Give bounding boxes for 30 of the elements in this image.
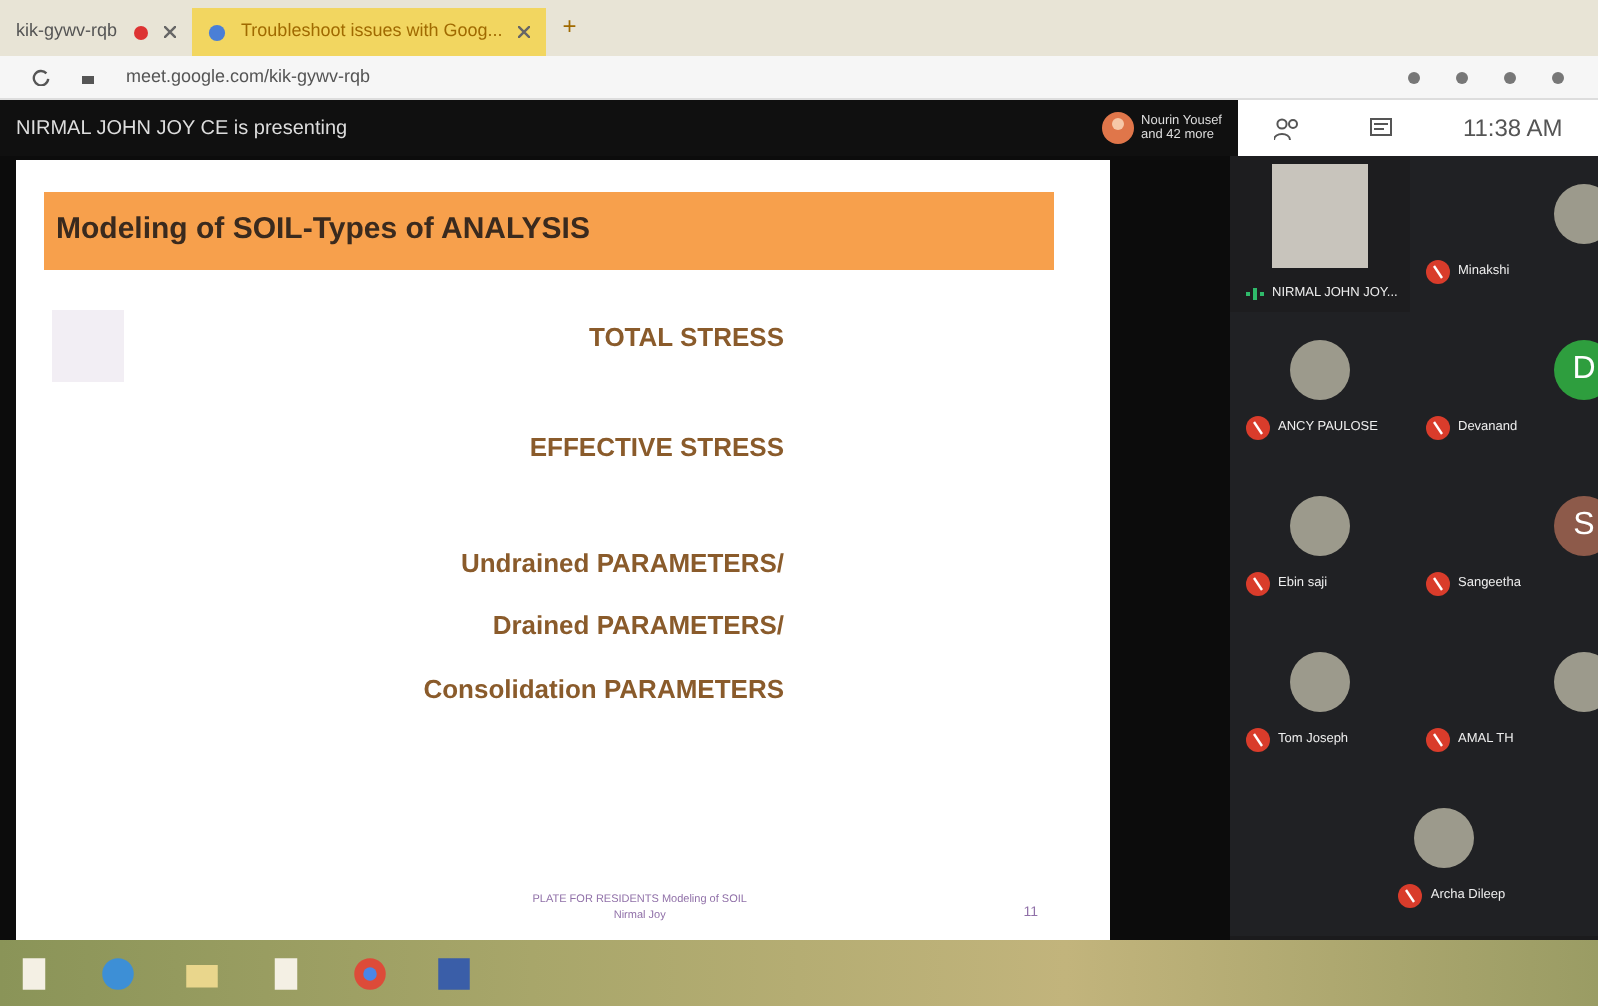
slide-bullet: Drained PARAMETERS/ xyxy=(490,608,784,644)
photo-placeholder xyxy=(1554,652,1598,712)
avatar-letter: D xyxy=(1554,340,1598,400)
close-icon[interactable] xyxy=(518,26,531,38)
document-icon[interactable] xyxy=(436,955,472,991)
slide-bullet: Consolidation PARAMETERS xyxy=(421,671,784,707)
close-icon[interactable] xyxy=(163,26,176,38)
globe-icon xyxy=(207,23,226,41)
avatar-icon xyxy=(1101,112,1134,144)
photo-placeholder xyxy=(1290,496,1350,556)
slide-bullet: EFFECTIVE STRESS xyxy=(527,430,784,466)
photo-placeholder xyxy=(1414,808,1474,868)
url-text[interactable]: meet.google.com/kik-gywv-rqb xyxy=(126,63,371,91)
photo-placeholder xyxy=(1290,652,1350,712)
clock-time: 11:38 AM xyxy=(1462,112,1563,146)
slide-bullet: TOTAL STRESS xyxy=(586,319,784,355)
lock-icon xyxy=(82,70,94,84)
avatar-letter: S xyxy=(1554,496,1598,556)
new-tab-button[interactable]: + xyxy=(562,8,577,44)
video-placeholder xyxy=(1272,164,1368,269)
browser-tab[interactable]: kik-gywv-rqb xyxy=(0,8,192,56)
presenter-title: NIRMAL JOHN JOY CE is presenting xyxy=(16,115,348,143)
photo-placeholder xyxy=(1290,340,1350,400)
browser-tab[interactable]: Troubleshoot issues with Goog... xyxy=(191,8,547,56)
reload-icon[interactable] xyxy=(32,68,50,86)
chat-icon[interactable] xyxy=(1370,117,1393,139)
people-icon[interactable] xyxy=(1273,117,1300,139)
slide-title: Modeling of SOIL-Types of ANALYSIS xyxy=(44,192,1054,269)
slide-bullet: Undrained PARAMETERS/ xyxy=(458,545,784,581)
photo-placeholder xyxy=(1554,184,1598,244)
